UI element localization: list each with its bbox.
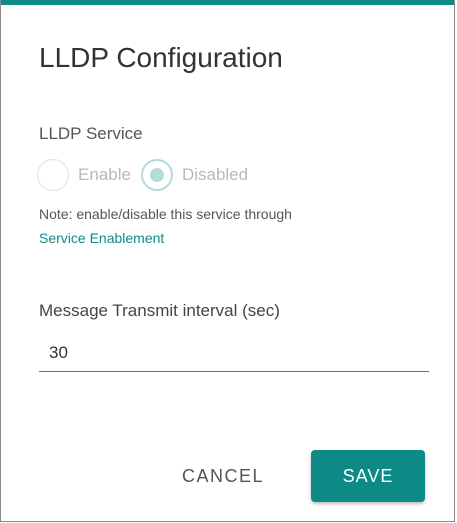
radio-selected-dot (149, 168, 164, 182)
transmit-interval-label: Message Transmit interval (sec) (39, 301, 280, 320)
save-button[interactable]: SAVE (311, 450, 425, 502)
dialog-accent-bar (1, 0, 454, 5)
radio-option-enable[interactable]: Enable (37, 159, 131, 191)
radio-disabled-circle[interactable] (140, 159, 173, 191)
lldp-service-radio-group: Enable Disabled (37, 158, 258, 192)
service-enablement-link[interactable]: Service Enablement (39, 230, 164, 246)
cancel-button[interactable]: CANCEL (163, 450, 283, 502)
lldp-service-label: LLDP Service (39, 124, 143, 143)
service-note-text: Note: enable/disable this service throug… (39, 206, 292, 222)
radio-enable-label: Enable (78, 165, 131, 184)
dialog-title: LLDP Configuration (39, 42, 283, 73)
transmit-interval-input[interactable] (39, 334, 429, 372)
radio-enable-circle[interactable] (37, 159, 69, 191)
radio-option-disabled[interactable]: Disabled (140, 159, 249, 191)
lldp-configuration-dialog: LLDP Configuration LLDP Service Enable D… (0, 0, 455, 522)
radio-disabled-label: Disabled (181, 165, 249, 184)
